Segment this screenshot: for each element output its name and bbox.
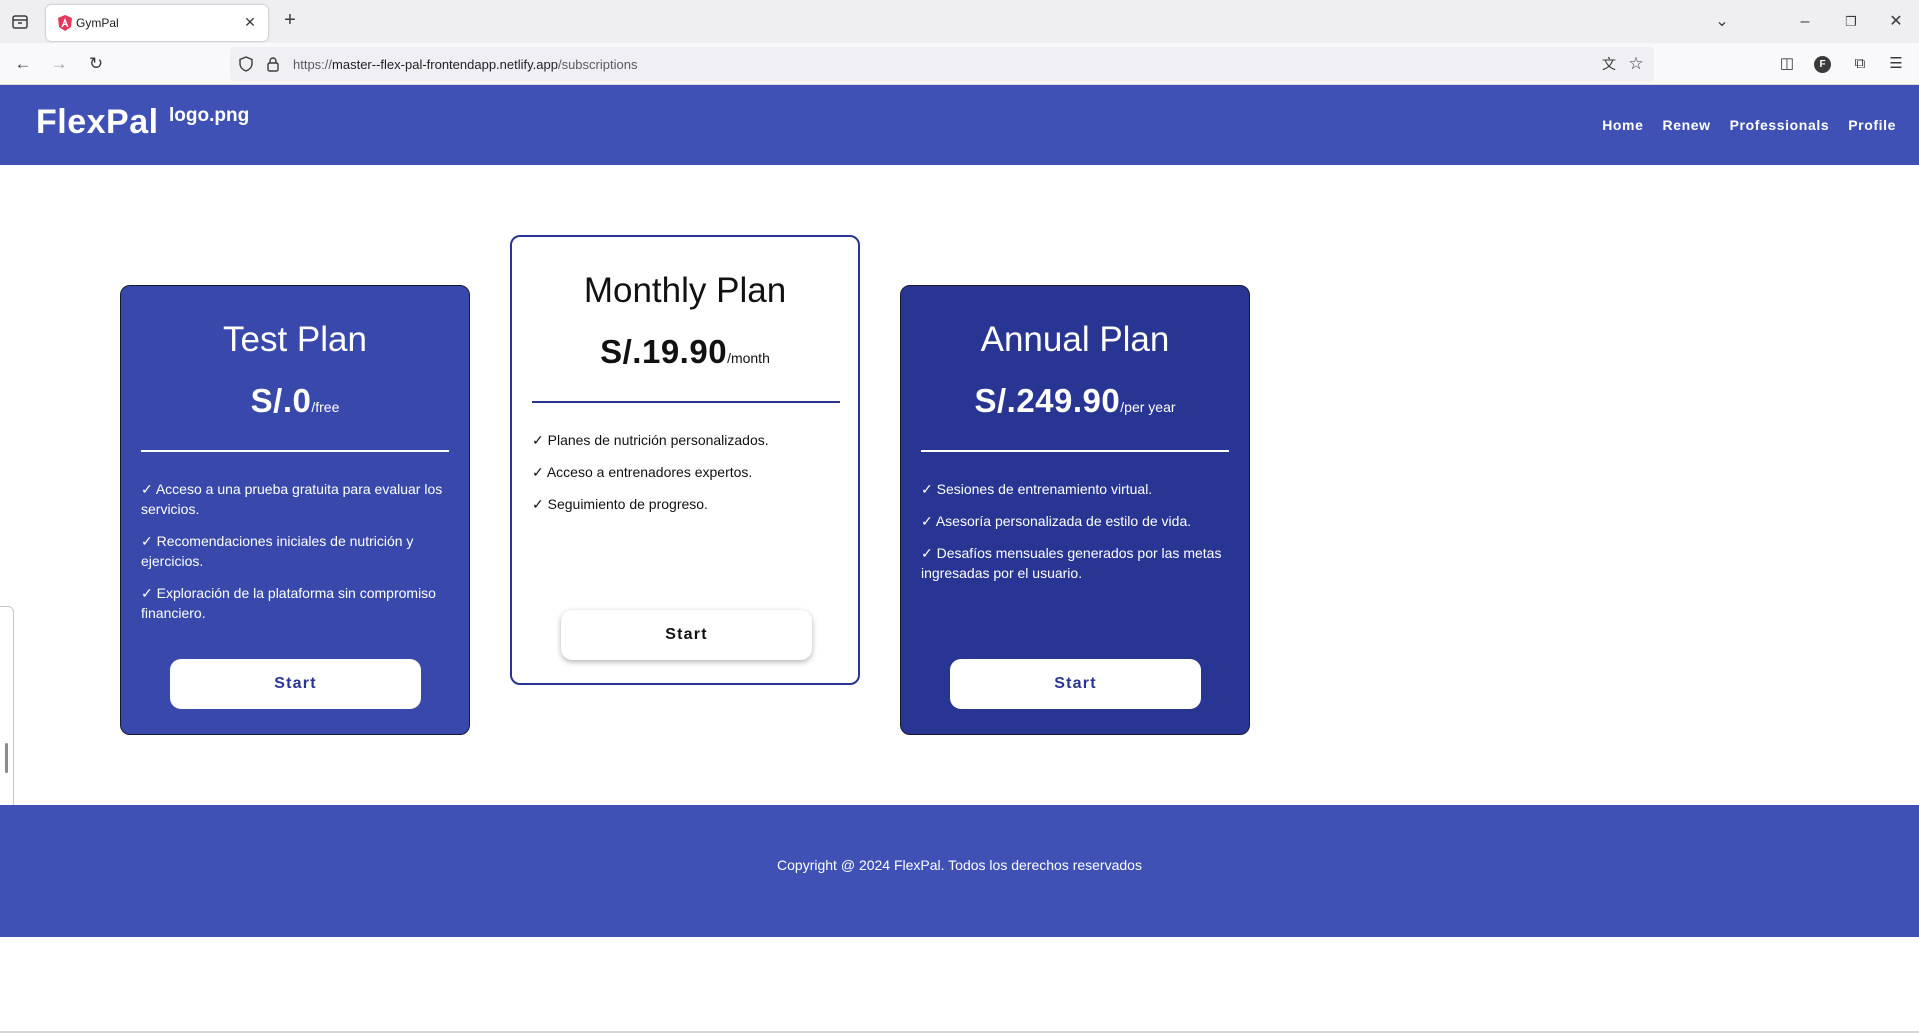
plan-title: Annual Plan <box>980 320 1170 359</box>
feature-list: ✓ Sesiones de entrenamiento virtual. ✓ A… <box>921 479 1231 595</box>
translate-icon[interactable]: 文 <box>1600 55 1618 73</box>
main-menu: Home Renew Professionals Profile <box>1602 117 1896 133</box>
browser-tab[interactable]: GymPal ✕ <box>46 5 268 41</box>
plan-title: Monthly Plan <box>583 271 787 310</box>
plan-price: S/.19.90/month <box>512 333 858 371</box>
feature-item: ✓ Recomendaciones iniciales de nutrición… <box>141 533 414 569</box>
bookmark-star-icon[interactable]: ☆ <box>1626 54 1646 74</box>
lock-icon[interactable] <box>266 56 280 72</box>
chevron-down-icon[interactable]: ⌄ <box>1710 10 1734 34</box>
feature-item: ✓ Desafíos mensuales generados por las m… <box>921 545 1222 581</box>
feature-list: ✓ Planes de nutrición personalizados. ✓ … <box>532 430 842 526</box>
plan-card-test: Test Plan S/.0/free ✓ Acceso a una prueb… <box>120 285 470 735</box>
price-amount: S/.249.90 <box>974 382 1121 419</box>
feature-item: ✓ Exploración de la plataforma sin compr… <box>141 585 436 621</box>
card-divider <box>532 401 840 403</box>
copyright-text: Copyright @ 2024 FlexPal. Todos los dere… <box>777 857 1142 873</box>
forward-arrow-icon[interactable]: → <box>48 53 70 75</box>
site-footer: Copyright @ 2024 FlexPal. Todos los dere… <box>0 805 1919 937</box>
feature-item: ✓ Sesiones de entrenamiento virtual. <box>921 481 1153 497</box>
feature-item: ✓ Acceso a entrenadores expertos. <box>532 464 753 480</box>
price-period: /month <box>727 350 770 366</box>
grip-icon[interactable] <box>5 743 8 773</box>
start-button-test[interactable]: Start <box>170 659 421 709</box>
new-tab-icon[interactable]: + <box>280 10 300 30</box>
restore-icon[interactable]: ❐ <box>1839 10 1863 34</box>
plan-card-annual: Annual Plan S/.249.90/per year ✓ Sesione… <box>900 285 1250 735</box>
price-period: /per year <box>1120 399 1176 415</box>
plan-price: S/.249.90/per year <box>901 382 1249 420</box>
plan-title: Test Plan <box>223 320 367 359</box>
feature-item: ✓ Seguimiento de progreso. <box>532 496 708 512</box>
app-header: FlexPal logo.png Home Renew Professional… <box>0 85 1919 165</box>
menu-home[interactable]: Home <box>1602 117 1643 133</box>
start-button-monthly[interactable]: Start <box>561 610 812 660</box>
menu-renew[interactable]: Renew <box>1662 117 1710 133</box>
browser-tab-strip: GymPal ✕ + ⌄ – ❐ ✕ <box>0 0 1919 43</box>
minimize-icon[interactable]: – <box>1793 10 1817 34</box>
url-path: /subscriptions <box>557 57 638 72</box>
url-text[interactable]: https://master--flex-pal-frontendapp.net… <box>293 57 637 72</box>
browser-nav-bar: ← → ↻ https://master--flex-pal-frontenda… <box>0 43 1919 85</box>
feature-item: ✓ Asesoría personalizada de estilo de vi… <box>921 513 1192 529</box>
url-host: master--flex-pal-frontendapp.netlify.app <box>332 57 558 72</box>
card-divider <box>921 450 1229 452</box>
feature-list: ✓ Acceso a una prueba gratuita para eval… <box>141 479 451 635</box>
card-divider <box>141 450 449 452</box>
plan-price: S/.0/free <box>121 382 469 420</box>
address-bar[interactable]: https://master--flex-pal-frontendapp.net… <box>230 47 1654 81</box>
tab-title: GymPal <box>76 16 119 30</box>
menu-profile[interactable]: Profile <box>1848 117 1896 133</box>
reload-icon[interactable]: ↻ <box>85 53 107 75</box>
close-window-icon[interactable]: ✕ <box>1884 10 1908 34</box>
price-period: /free <box>311 399 340 415</box>
pocket-icon[interactable]: ◫ <box>1776 53 1798 75</box>
start-button-annual[interactable]: Start <box>950 659 1201 709</box>
tab-list-icon[interactable] <box>10 12 30 32</box>
price-amount: S/.19.90 <box>600 333 728 370</box>
feature-item: ✓ Planes de nutrición personalizados. <box>532 432 769 448</box>
menu-professionals[interactable]: Professionals <box>1730 117 1830 133</box>
brand-name[interactable]: FlexPal <box>36 103 159 142</box>
logo-image-alt: logo.png <box>169 105 250 126</box>
url-prefix: https:// <box>293 57 333 72</box>
extensions-puzzle-icon[interactable]: ⧉ <box>1849 53 1871 75</box>
profile-avatar[interactable]: F <box>1814 56 1831 73</box>
plan-card-monthly: Monthly Plan S/.19.90/month ✓ Planes de … <box>510 235 860 685</box>
price-amount: S/.0 <box>250 382 312 419</box>
back-arrow-icon[interactable]: ← <box>12 53 34 75</box>
close-tab-icon[interactable]: ✕ <box>242 14 258 30</box>
hamburger-menu-icon[interactable]: ☰ <box>1885 53 1907 75</box>
feature-item: ✓ Acceso a una prueba gratuita para eval… <box>141 481 443 517</box>
tracking-shield-icon[interactable] <box>238 56 254 72</box>
angular-favicon-icon <box>56 14 74 32</box>
